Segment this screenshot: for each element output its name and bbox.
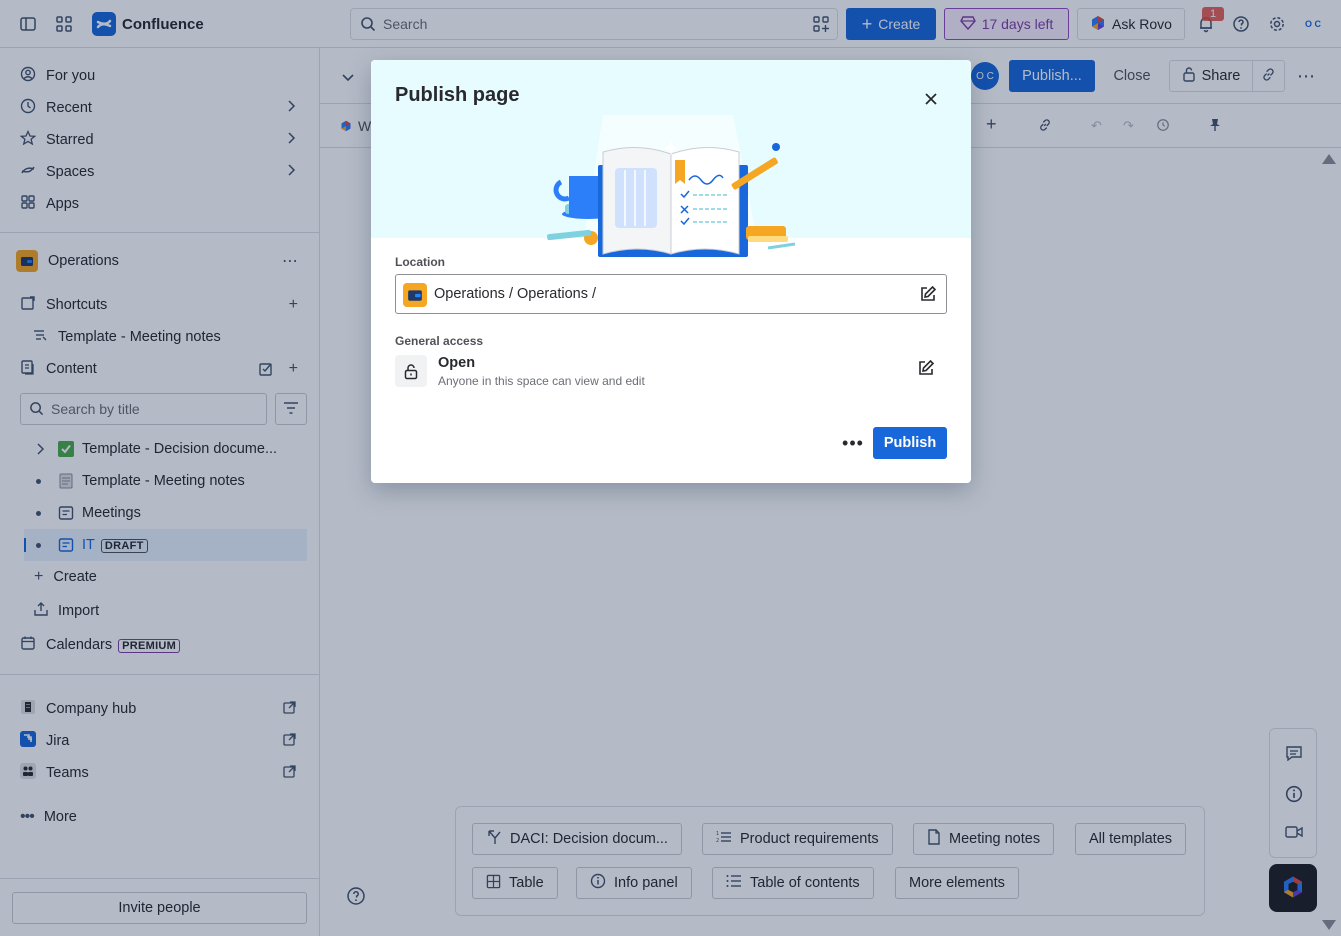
edit-access-icon[interactable]: [917, 359, 935, 380]
close-icon: [924, 92, 938, 109]
access-level-title: Open: [438, 355, 476, 371]
space-avatar-icon: [403, 283, 427, 307]
location-field[interactable]: Operations / Operations /: [395, 274, 947, 314]
location-value: Operations / Operations /: [434, 286, 596, 302]
publish-button[interactable]: Publish: [873, 427, 947, 459]
publish-page-dialog: Publish page Location Operations / Opera…: [371, 60, 971, 483]
close-dialog-button[interactable]: [919, 88, 943, 112]
more-horizontal-icon: •••: [842, 432, 864, 453]
dialog-title: Publish page: [395, 84, 520, 106]
publish-illustration: [547, 115, 796, 257]
edit-location-icon[interactable]: [919, 285, 937, 307]
general-access-label: General access: [395, 334, 484, 348]
unlock-icon: [395, 355, 427, 387]
location-label: Location: [395, 255, 445, 269]
more-options-button[interactable]: •••: [841, 432, 865, 454]
access-level-description: Anyone in this space can view and edit: [438, 374, 645, 388]
